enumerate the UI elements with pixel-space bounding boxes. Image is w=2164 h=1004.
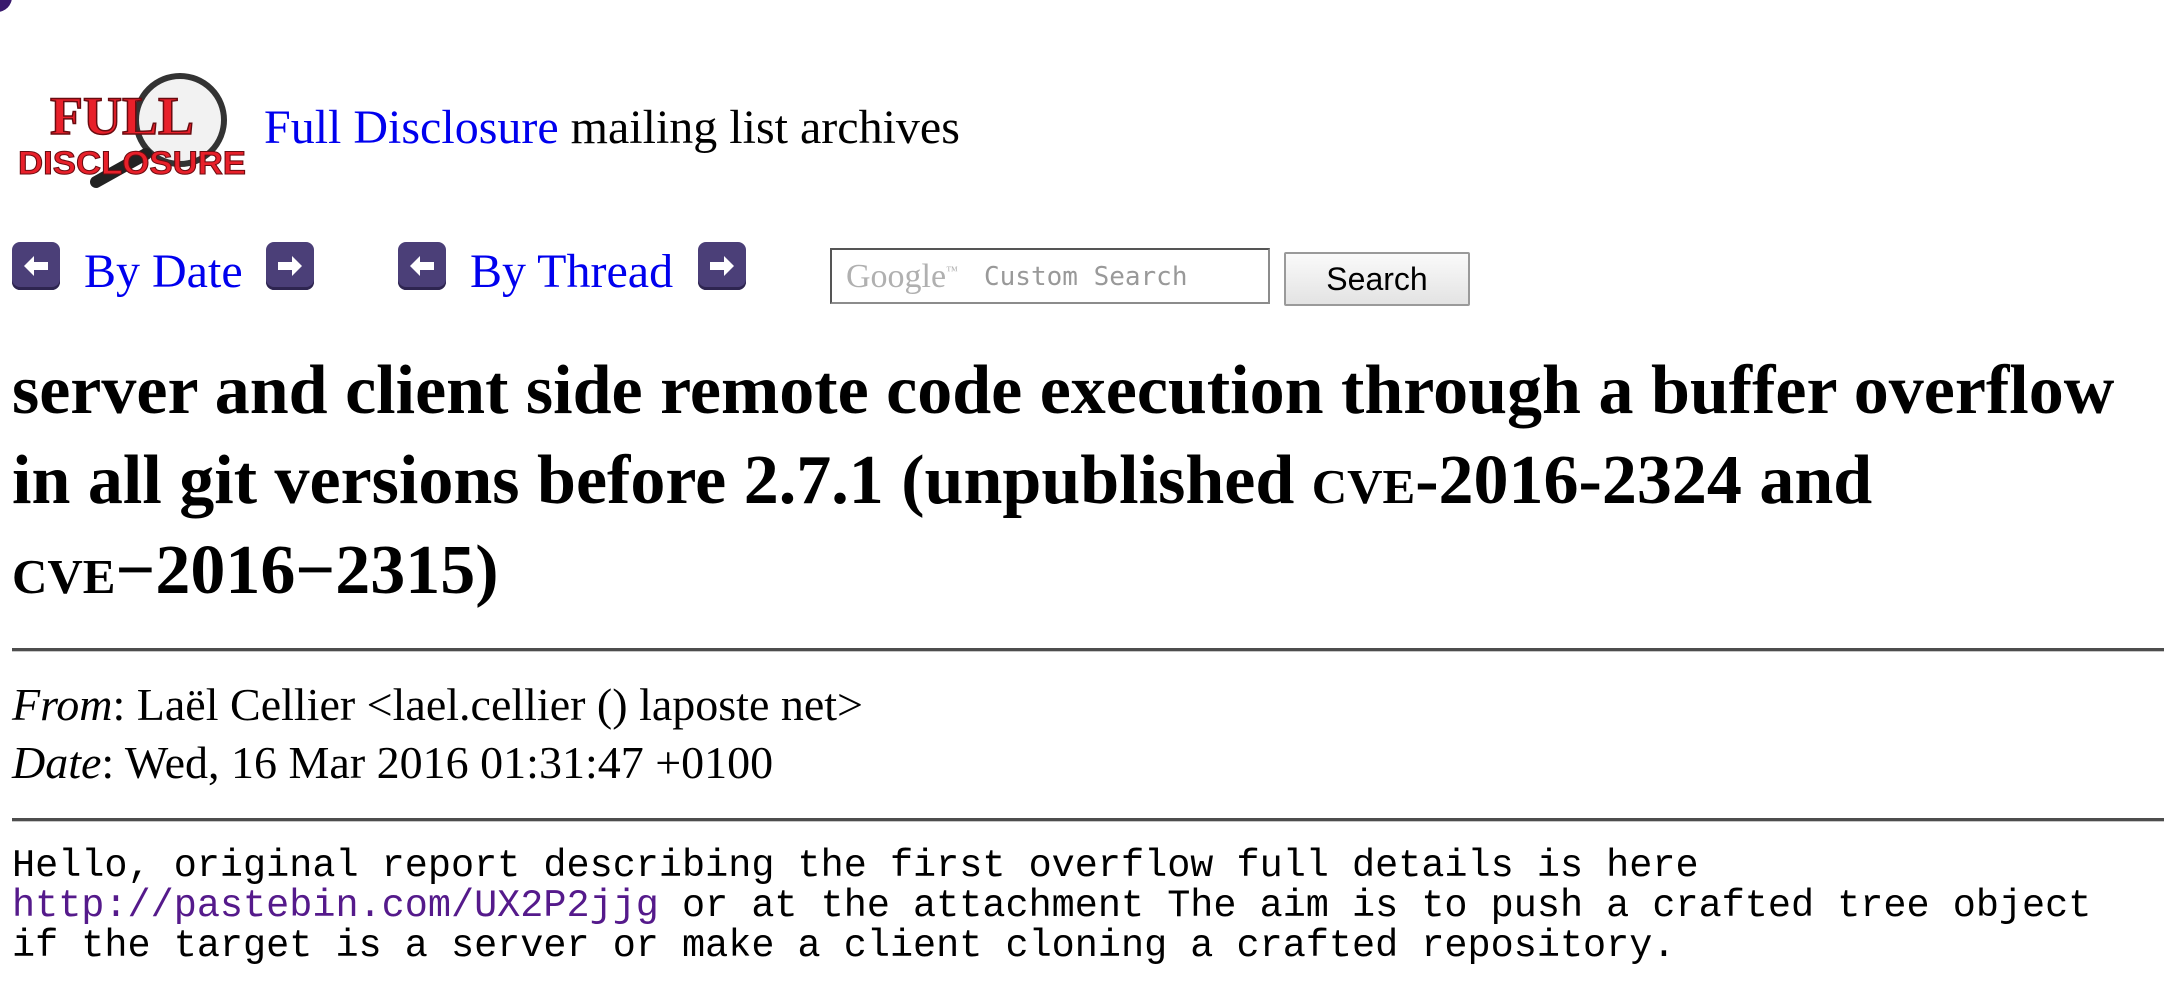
by-date-link[interactable]: By Date — [84, 244, 243, 299]
message-title: server and client side remote code execu… — [12, 346, 2132, 616]
site-title-line: Full Disclosure mailing list archives — [264, 100, 960, 155]
search-button[interactable]: Search — [1284, 252, 1470, 306]
divider-top — [12, 648, 2164, 652]
prev-by-thread-button[interactable] — [398, 242, 446, 290]
arrow-right-icon — [278, 256, 302, 276]
arrow-left-icon — [410, 256, 434, 276]
arrow-right-icon — [710, 256, 734, 276]
divider-bottom — [12, 818, 2164, 822]
site-link[interactable]: Full Disclosure — [264, 101, 559, 154]
date-value: : Wed, 16 Mar 2016 01:31:47 +0100 — [101, 737, 774, 788]
logo-text-top: FULL — [50, 86, 194, 146]
body-line-3: if the target is a server or make a clie… — [12, 924, 1676, 968]
from-line: From: Laël Cellier <lael.cellier () lapo… — [12, 676, 863, 734]
corner-decoration — [0, 0, 12, 12]
search-input[interactable] — [830, 248, 1270, 304]
title-cve-2: cve — [12, 532, 116, 609]
title-part-3: −2016−2315) — [115, 532, 499, 609]
arrow-left-icon — [24, 256, 48, 276]
site-header: FULL DISCLOSURE Full Disclosure mailing … — [14, 72, 1214, 192]
message-body: Hello, original report describing the fi… — [12, 846, 2091, 966]
prev-by-date-button[interactable] — [12, 242, 60, 290]
nav-bar: By Date By Thread Google™ Custom Search … — [12, 240, 1532, 310]
date-label: Date — [12, 737, 102, 788]
message-headers: From: Laël Cellier <lael.cellier () lapo… — [12, 676, 863, 792]
from-value: : Laël Cellier <lael.cellier () laposte … — [112, 679, 864, 730]
next-by-thread-button[interactable] — [698, 242, 746, 290]
from-label: From — [12, 679, 113, 730]
logo-text-bottom: DISCLOSURE — [18, 145, 246, 181]
pastebin-link[interactable]: http://pastebin.com/UX2P2jjg — [12, 884, 659, 928]
by-thread-link[interactable]: By Thread — [470, 244, 673, 299]
title-part-2: -2016-2324 and — [1415, 442, 1873, 519]
body-line-2: or at the attachment The aim is to push … — [658, 884, 2092, 928]
next-by-date-button[interactable] — [266, 242, 314, 290]
date-line: Date: Wed, 16 Mar 2016 01:31:47 +0100 — [12, 734, 863, 792]
site-title-suffix: mailing list archives — [558, 101, 960, 154]
full-disclosure-logo[interactable]: FULL DISCLOSURE — [14, 72, 254, 190]
title-cve-1: cve — [1311, 442, 1416, 519]
body-line-1: Hello, original report describing the fi… — [12, 844, 1699, 888]
